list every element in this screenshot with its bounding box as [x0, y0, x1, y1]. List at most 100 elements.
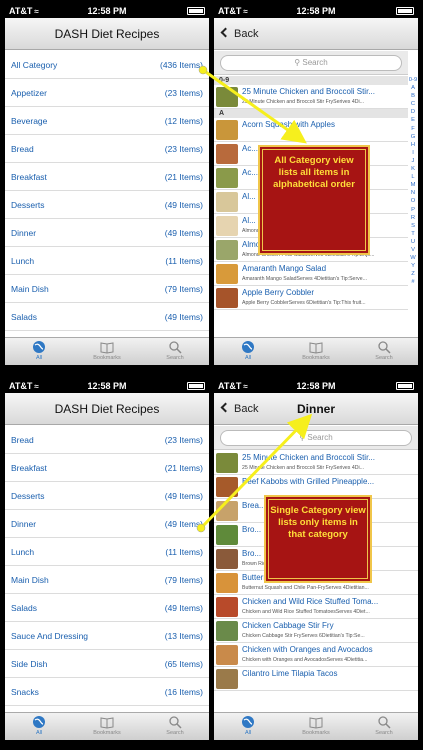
tab-bookmarks[interactable]: Bookmarks — [282, 340, 350, 361]
category-row-bread[interactable]: Bread (23 Items) — [5, 426, 209, 454]
index-letter[interactable]: 0-9 — [408, 76, 418, 84]
recipe-subtitle: Butternut Squash and Chile Pan-FryServes… — [242, 585, 369, 591]
index-letter[interactable]: J — [408, 157, 418, 165]
recipe-row[interactable]: 25 Minute Chicken and Broccoli Stir... 25… — [214, 451, 418, 475]
category-label: All Category — [11, 60, 58, 70]
index-letter[interactable]: F — [408, 125, 418, 133]
search-input[interactable]: ⚲ Search — [220, 430, 412, 446]
index-letter[interactable]: K — [408, 165, 418, 173]
index-letter[interactable]: S — [408, 222, 418, 230]
index-letter[interactable]: H — [408, 141, 418, 149]
recipe-row[interactable]: Apple Berry Cobbler Apple Berry CobblerSe… — [214, 286, 408, 310]
category-row-dinner[interactable]: Dinner (49 Items) — [5, 219, 209, 247]
index-letter[interactable]: V — [408, 246, 418, 254]
category-row-all[interactable]: All Category (436 Items) — [5, 51, 209, 79]
category-count: (49 Items) — [164, 200, 203, 210]
tab-search[interactable]: Search — [141, 715, 209, 736]
category-label: Dinner — [11, 228, 37, 238]
recipe-row[interactable]: Amaranth Mango Salad Amaranth Mango Salad… — [214, 262, 408, 286]
category-row-main-dish[interactable]: Main Dish (79 Items) — [5, 566, 209, 594]
index-letter[interactable]: P — [408, 206, 418, 214]
tab-all[interactable]: All — [214, 340, 282, 361]
recipe-row[interactable]: Chicken Cabbage Stir Fry Chicken Cabbage … — [214, 619, 418, 643]
category-row-desserts[interactable]: Desserts (49 Items) — [5, 482, 209, 510]
page-title: Dinner — [296, 402, 335, 416]
category-row-side-dish[interactable]: Side Dish (65 Items) — [5, 650, 209, 678]
index-letter[interactable]: T — [408, 230, 418, 238]
index-letter[interactable]: W — [408, 254, 418, 262]
category-count: (23 Items) — [164, 88, 203, 98]
alphabet-index[interactable]: 0-9 A B C D E F G H I J K L M N O P R S T U V W Y Z # — [408, 76, 418, 286]
index-letter[interactable]: L — [408, 173, 418, 181]
category-label: Sauce And Dressing — [11, 631, 89, 641]
recipe-title: Chicken with Oranges and Avocados — [242, 645, 373, 654]
tab-bookmarks[interactable]: Bookmarks — [282, 715, 350, 736]
tab-search[interactable]: Search — [350, 715, 418, 736]
category-label: Bread — [11, 435, 34, 445]
category-row-sauce-and-dressing[interactable]: Sauce And Dressing (13 Items) — [5, 622, 209, 650]
recipe-title: Acorn Squash with Apples — [242, 120, 335, 129]
category-label: Salads — [11, 603, 37, 613]
category-row-breakfast[interactable]: Breakfast (21 Items) — [5, 454, 209, 482]
index-letter[interactable]: G — [408, 133, 418, 141]
index-letter[interactable]: D — [408, 108, 418, 116]
recipe-row[interactable]: Chicken with Oranges and Avocados Chicken… — [214, 643, 418, 667]
category-count: (49 Items) — [164, 312, 203, 322]
recipe-thumbnail — [216, 501, 238, 521]
index-letter[interactable]: B — [408, 92, 418, 100]
tab-bookmarks[interactable]: Bookmarks — [73, 715, 141, 736]
category-row-beverage[interactable]: Beverage (12 Items) — [5, 107, 209, 135]
index-letter[interactable]: M — [408, 181, 418, 189]
clock: 12:58 PM — [87, 381, 127, 391]
recipe-thumbnail — [216, 645, 238, 665]
recipe-title: 25 Minute Chicken and Broccoli Stir... — [242, 87, 375, 96]
battery-icon — [396, 382, 414, 390]
recipe-title: Cilantro Lime Tilapia Tacos — [242, 669, 338, 678]
category-row-salads[interactable]: Salads (49 Items) — [5, 303, 209, 331]
tab-label: All — [244, 355, 252, 361]
category-row-snacks[interactable]: Snacks (16 Items) — [5, 678, 209, 706]
recipe-subtitle: Apple Berry CobblerServes 6Dietitian's T… — [242, 300, 366, 306]
category-row-dinner[interactable]: Dinner (49 Items) — [5, 510, 209, 538]
index-letter[interactable]: Z — [408, 270, 418, 278]
category-row-lunch[interactable]: Lunch (11 Items) — [5, 247, 209, 275]
tab-search[interactable]: Search — [141, 340, 209, 361]
tab-label: All — [244, 730, 252, 736]
tab-label: All — [35, 730, 43, 736]
tab-all[interactable]: All — [214, 715, 282, 736]
back-button[interactable]: Back — [218, 24, 264, 44]
index-letter[interactable]: R — [408, 214, 418, 222]
tab-search[interactable]: Search — [350, 340, 418, 361]
search-input[interactable]: ⚲ Search — [220, 55, 402, 71]
category-row-bread[interactable]: Bread (23 Items) — [5, 135, 209, 163]
tab-all[interactable]: All — [5, 340, 73, 361]
recipe-subtitle: Chicken and Wild Rice Stuffed TomatoesSe… — [242, 609, 370, 615]
index-letter[interactable]: Y — [408, 262, 418, 270]
index-letter[interactable]: E — [408, 116, 418, 124]
recipe-row[interactable]: Cilantro Lime Tilapia Tacos — [214, 667, 418, 691]
recipe-row[interactable]: Acorn Squash with Apples — [214, 118, 408, 142]
tab-bookmarks[interactable]: Bookmarks — [73, 340, 141, 361]
tab-all[interactable]: All — [5, 715, 73, 736]
index-letter[interactable]: C — [408, 100, 418, 108]
book-icon — [100, 342, 114, 354]
index-letter[interactable]: O — [408, 197, 418, 205]
clock: 12:58 PM — [296, 381, 336, 391]
category-row-breakfast[interactable]: Breakfast (21 Items) — [5, 163, 209, 191]
recipe-row[interactable]: Chicken and Wild Rice Stuffed Toma... Chi… — [214, 595, 418, 619]
callout-all-category: All Category view lists all items in alp… — [258, 145, 370, 255]
category-row-lunch[interactable]: Lunch (11 Items) — [5, 538, 209, 566]
category-row-salads[interactable]: Salads (49 Items) — [5, 594, 209, 622]
category-row-main-dish[interactable]: Main Dish (79 Items) — [5, 275, 209, 303]
index-letter[interactable]: I — [408, 149, 418, 157]
recipe-row[interactable]: 25 Minute Chicken and Broccoli Stir... 25… — [214, 85, 408, 109]
search-icon — [378, 341, 391, 354]
index-letter[interactable]: N — [408, 189, 418, 197]
index-letter[interactable]: A — [408, 84, 418, 92]
category-row-desserts[interactable]: Desserts (49 Items) — [5, 191, 209, 219]
index-letter[interactable]: U — [408, 238, 418, 246]
category-row-appetizer[interactable]: Appetizer (23 Items) — [5, 79, 209, 107]
category-count: (11 Items) — [165, 547, 203, 557]
recipe-thumbnail — [216, 168, 238, 188]
index-letter[interactable]: # — [408, 278, 418, 286]
